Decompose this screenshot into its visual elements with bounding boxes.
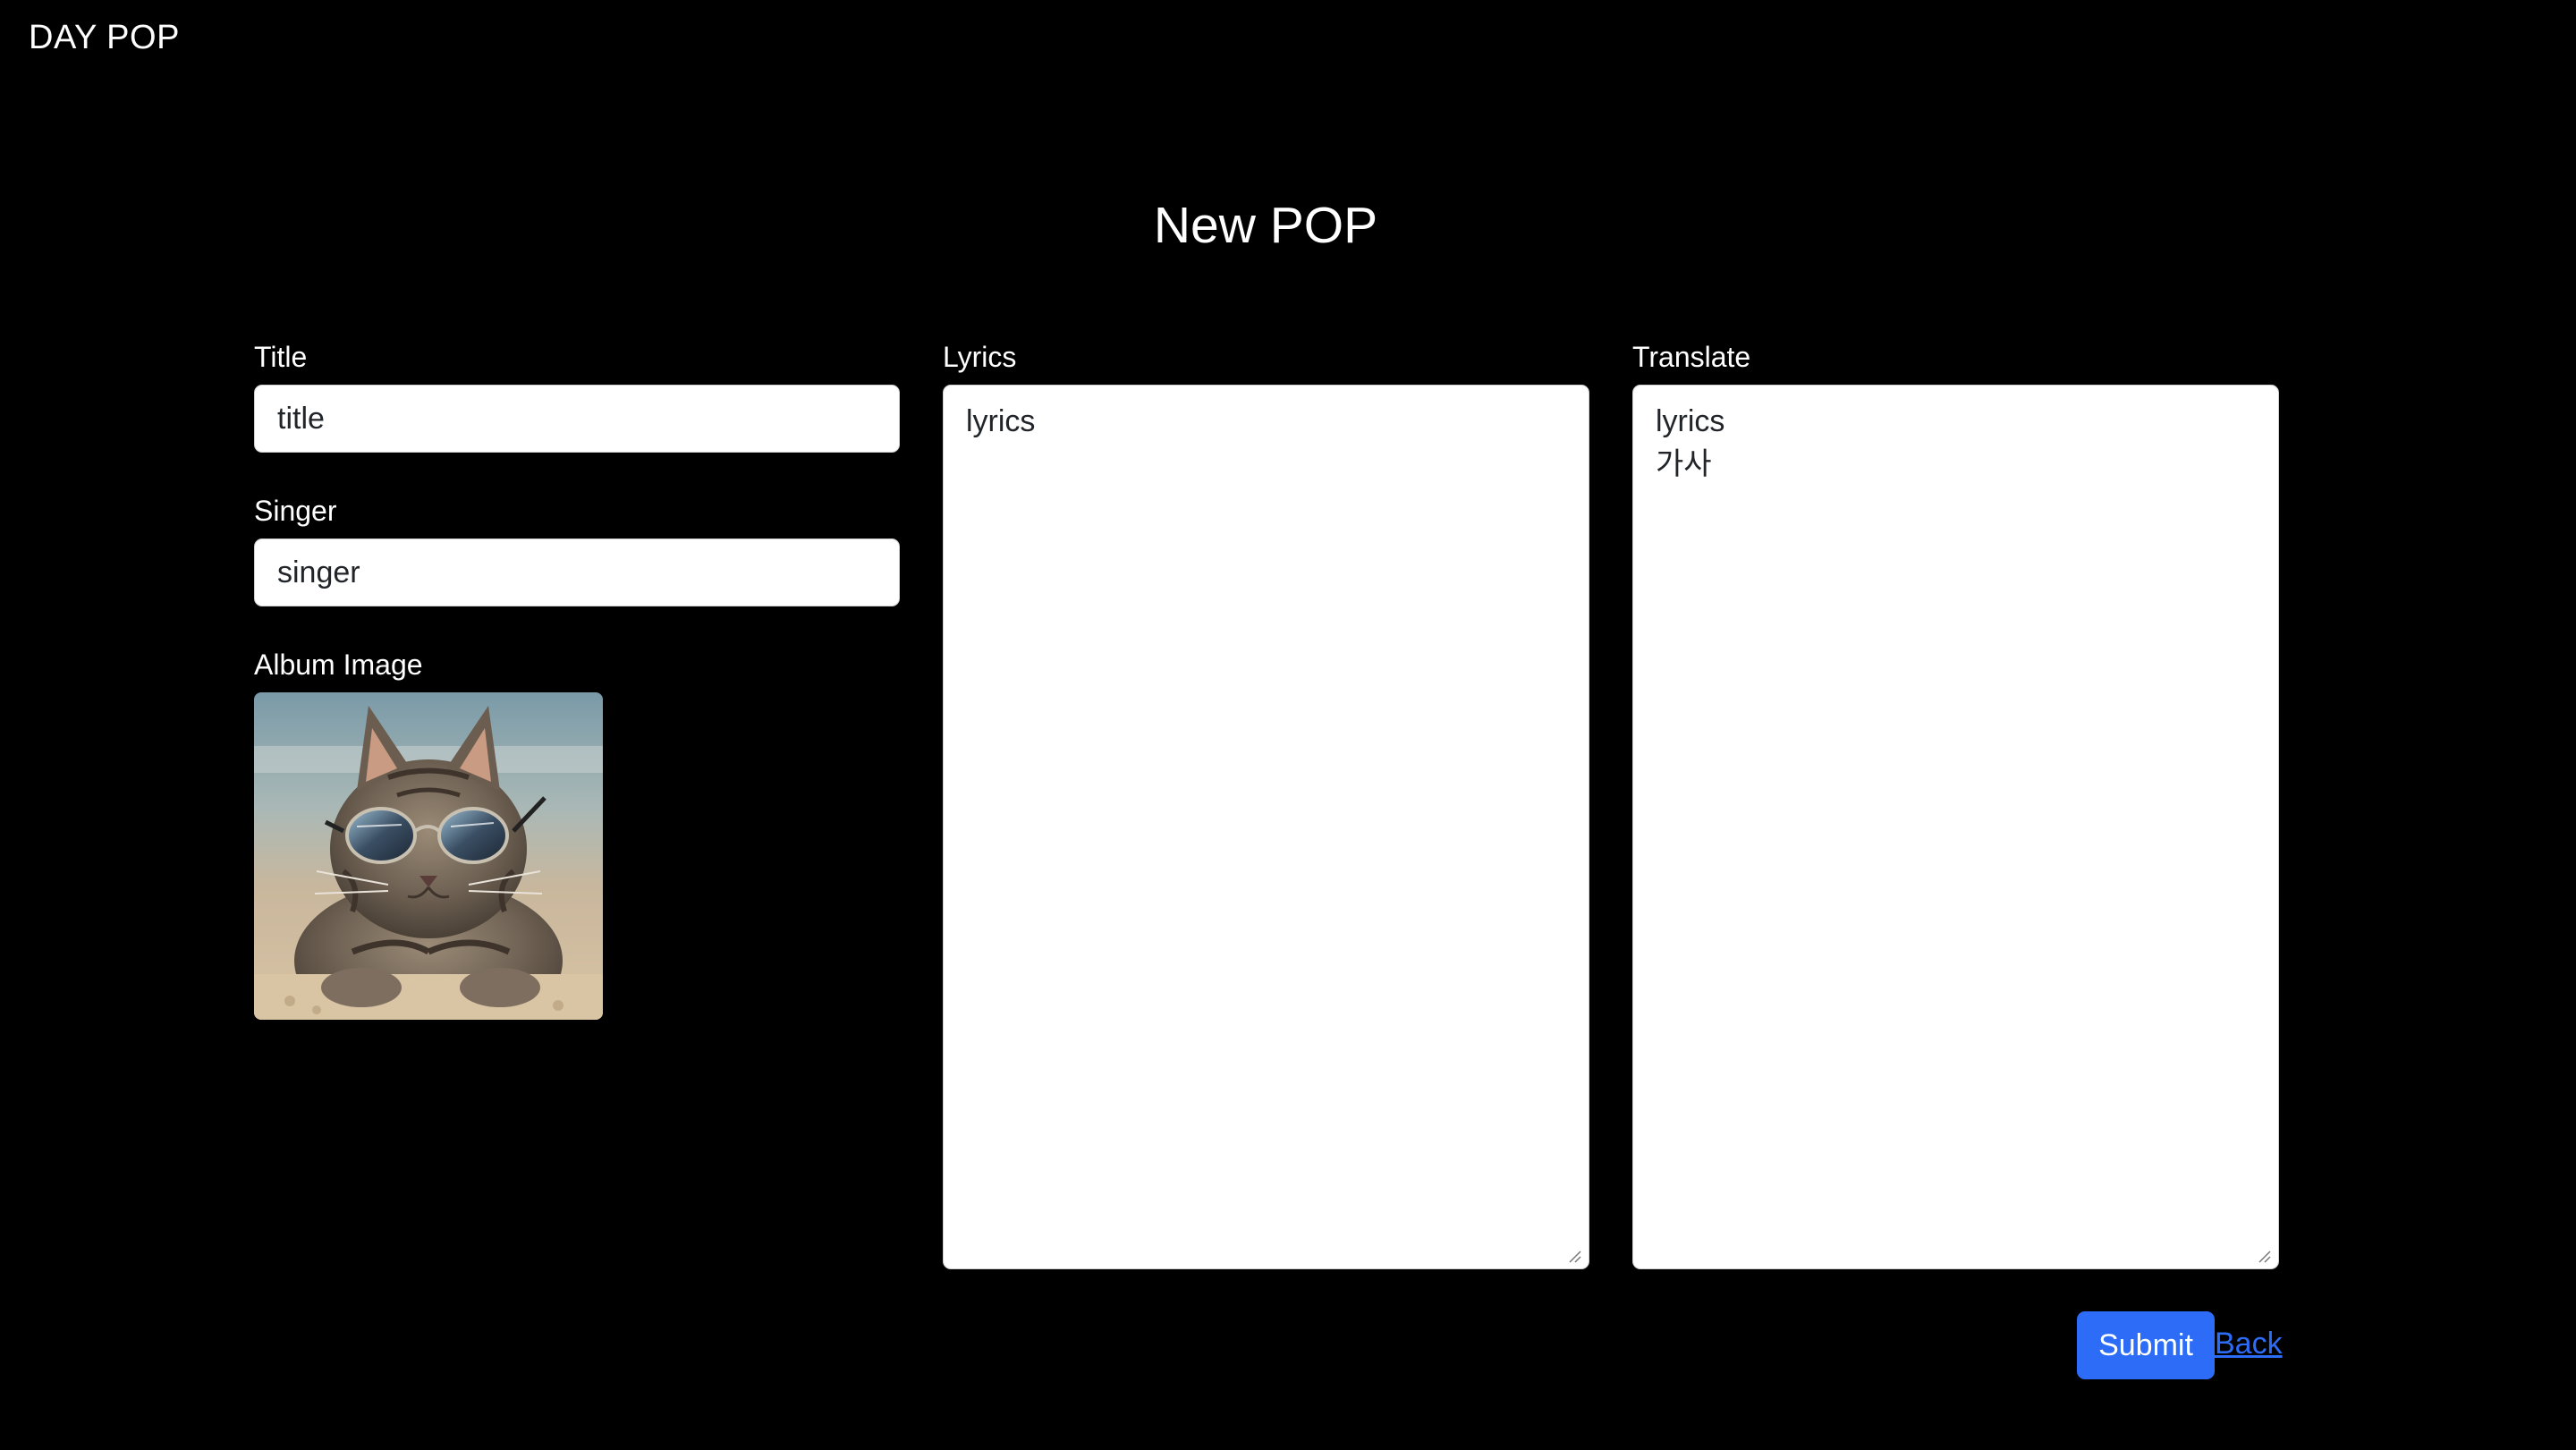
- lyrics-resize-grip-icon[interactable]: [1568, 1250, 1582, 1264]
- album-image-label: Album Image: [254, 649, 423, 681]
- title-input[interactable]: [254, 385, 900, 453]
- brand-logo[interactable]: DAY POP: [29, 18, 180, 57]
- submit-button[interactable]: Submit: [2077, 1311, 2215, 1379]
- translate-textarea[interactable]: lyrics 가사: [1632, 385, 2279, 1269]
- album-image[interactable]: [254, 692, 603, 1020]
- page-title: New POP: [1153, 197, 1378, 254]
- translate-resize-grip-icon[interactable]: [2258, 1250, 2272, 1264]
- singer-input[interactable]: [254, 538, 900, 606]
- back-link[interactable]: Back: [2215, 1326, 2283, 1361]
- cat-with-sunglasses-image: [254, 692, 603, 1020]
- lyrics-textarea[interactable]: lyrics: [943, 385, 1589, 1269]
- title-label: Title: [254, 341, 308, 373]
- lyrics-label: Lyrics: [943, 341, 1017, 373]
- singer-label: Singer: [254, 495, 337, 527]
- translate-label: Translate: [1632, 341, 1751, 373]
